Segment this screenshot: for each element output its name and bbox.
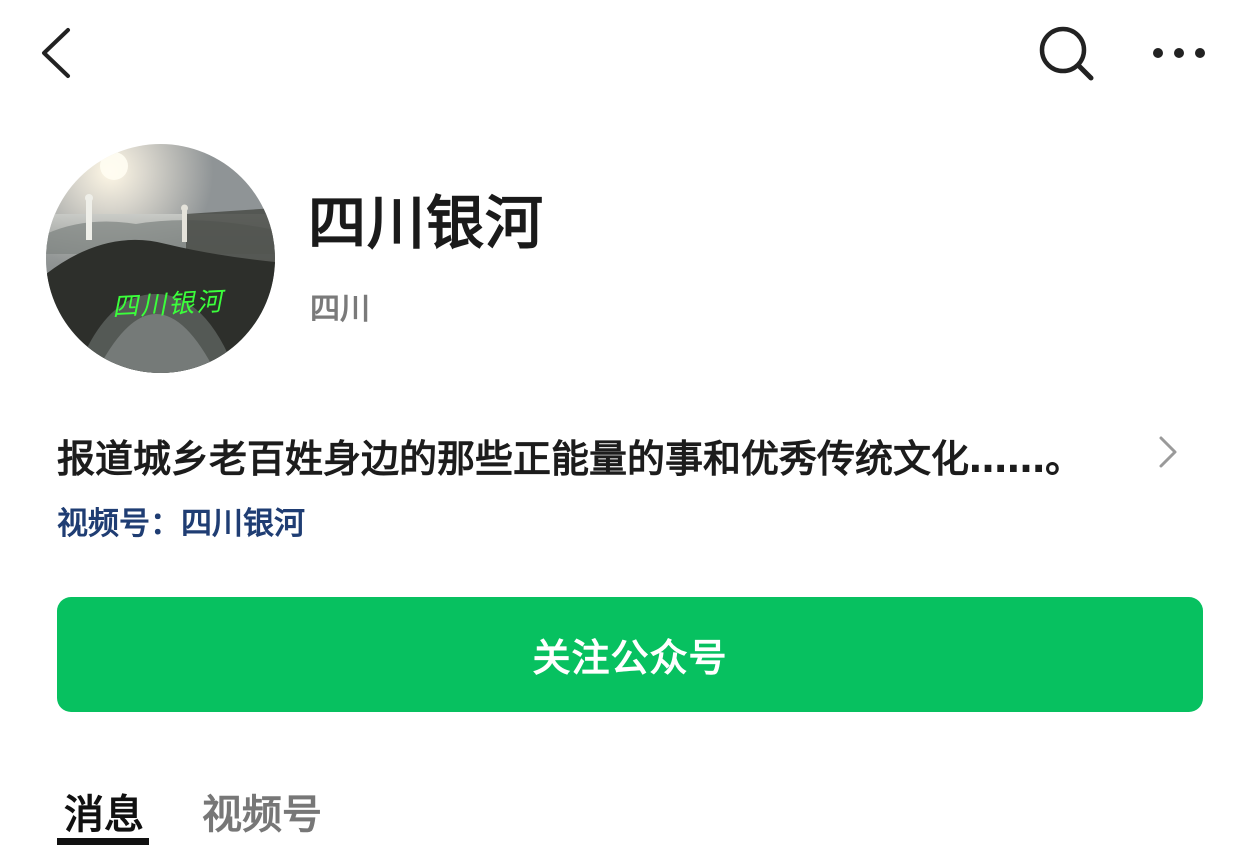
more-button[interactable] — [1146, 30, 1212, 76]
tab-messages[interactable]: 消息 — [64, 782, 144, 840]
avatar[interactable] — [46, 144, 275, 373]
more-horizontal-icon — [1153, 48, 1205, 58]
follow-button[interactable]: 关注公众号 — [57, 597, 1203, 712]
search-icon — [1039, 26, 1094, 81]
account-region: 四川 — [310, 292, 370, 327]
chevron-right-icon — [1159, 436, 1177, 468]
account-name: 四川银河 — [308, 189, 545, 257]
channel-link[interactable]: 视频号：四川银河 — [57, 498, 305, 543]
follow-button-label: 关注公众号 — [532, 636, 728, 680]
top-bar — [0, 0, 1260, 110]
account-description: 报道城乡老百姓身边的那些正能量的事和优秀传统文化……。 — [57, 437, 1084, 481]
back-button[interactable] — [32, 22, 82, 84]
active-tab-indicator — [57, 838, 149, 845]
chevron-left-icon — [42, 28, 70, 78]
avatar-watermark: 四川银河 — [111, 287, 225, 323]
avatar-image — [46, 144, 275, 373]
tab-channels[interactable]: 视频号 — [202, 782, 322, 840]
search-button[interactable] — [1034, 22, 1098, 84]
description-row[interactable]: 报道城乡老百姓身边的那些正能量的事和优秀传统文化……。 — [57, 422, 1207, 486]
